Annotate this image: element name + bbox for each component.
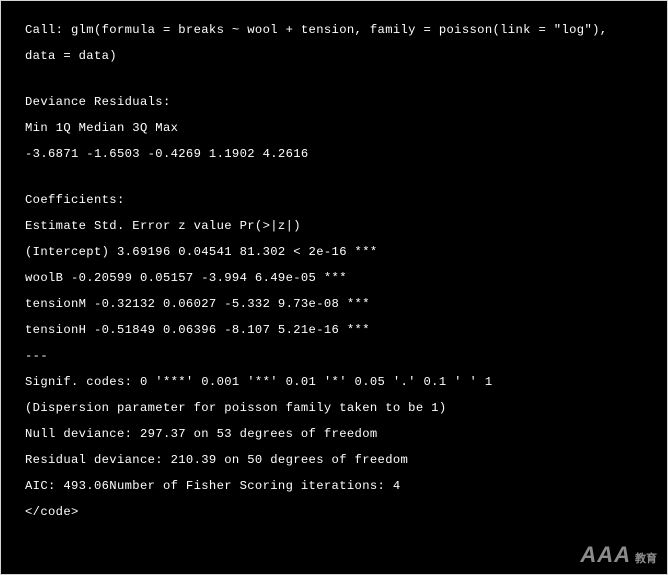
output-line: Signif. codes: 0 '***' 0.001 '**' 0.01 '…	[25, 375, 649, 389]
console-frame: Call: glm(formula = breaks ~ wool + tens…	[0, 0, 668, 575]
watermark-sub: 教育	[635, 550, 657, 566]
watermark-main: AAA	[580, 542, 631, 568]
output-line: data = data)	[25, 49, 649, 63]
output-line: Min 1Q Median 3Q Max	[25, 121, 649, 135]
console-output: Call: glm(formula = breaks ~ wool + tens…	[25, 23, 649, 519]
output-line: tensionH -0.51849 0.06396 -8.107 5.21e-1…	[25, 323, 649, 337]
output-line: ---	[25, 349, 649, 363]
output-line: Residual deviance: 210.39 on 50 degrees …	[25, 453, 649, 467]
output-line: tensionM -0.32132 0.06027 -5.332 9.73e-0…	[25, 297, 649, 311]
output-line: woolB -0.20599 0.05157 -3.994 6.49e-05 *…	[25, 271, 649, 285]
output-line: Null deviance: 297.37 on 53 degrees of f…	[25, 427, 649, 441]
output-line: Coefficients:	[25, 193, 649, 207]
output-line: (Dispersion parameter for poisson family…	[25, 401, 649, 415]
output-line: -3.6871 -1.6503 -0.4269 1.1902 4.2616	[25, 147, 649, 161]
output-line: Estimate Std. Error z value Pr(>|z|)	[25, 219, 649, 233]
output-line: (Intercept) 3.69196 0.04541 81.302 < 2e-…	[25, 245, 649, 259]
output-line: AIC: 493.06Number of Fisher Scoring iter…	[25, 479, 649, 493]
watermark: AAA 教育	[580, 542, 657, 568]
output-line: </code>	[25, 505, 649, 519]
output-line: Deviance Residuals:	[25, 95, 649, 109]
output-line: Call: glm(formula = breaks ~ wool + tens…	[25, 23, 649, 37]
